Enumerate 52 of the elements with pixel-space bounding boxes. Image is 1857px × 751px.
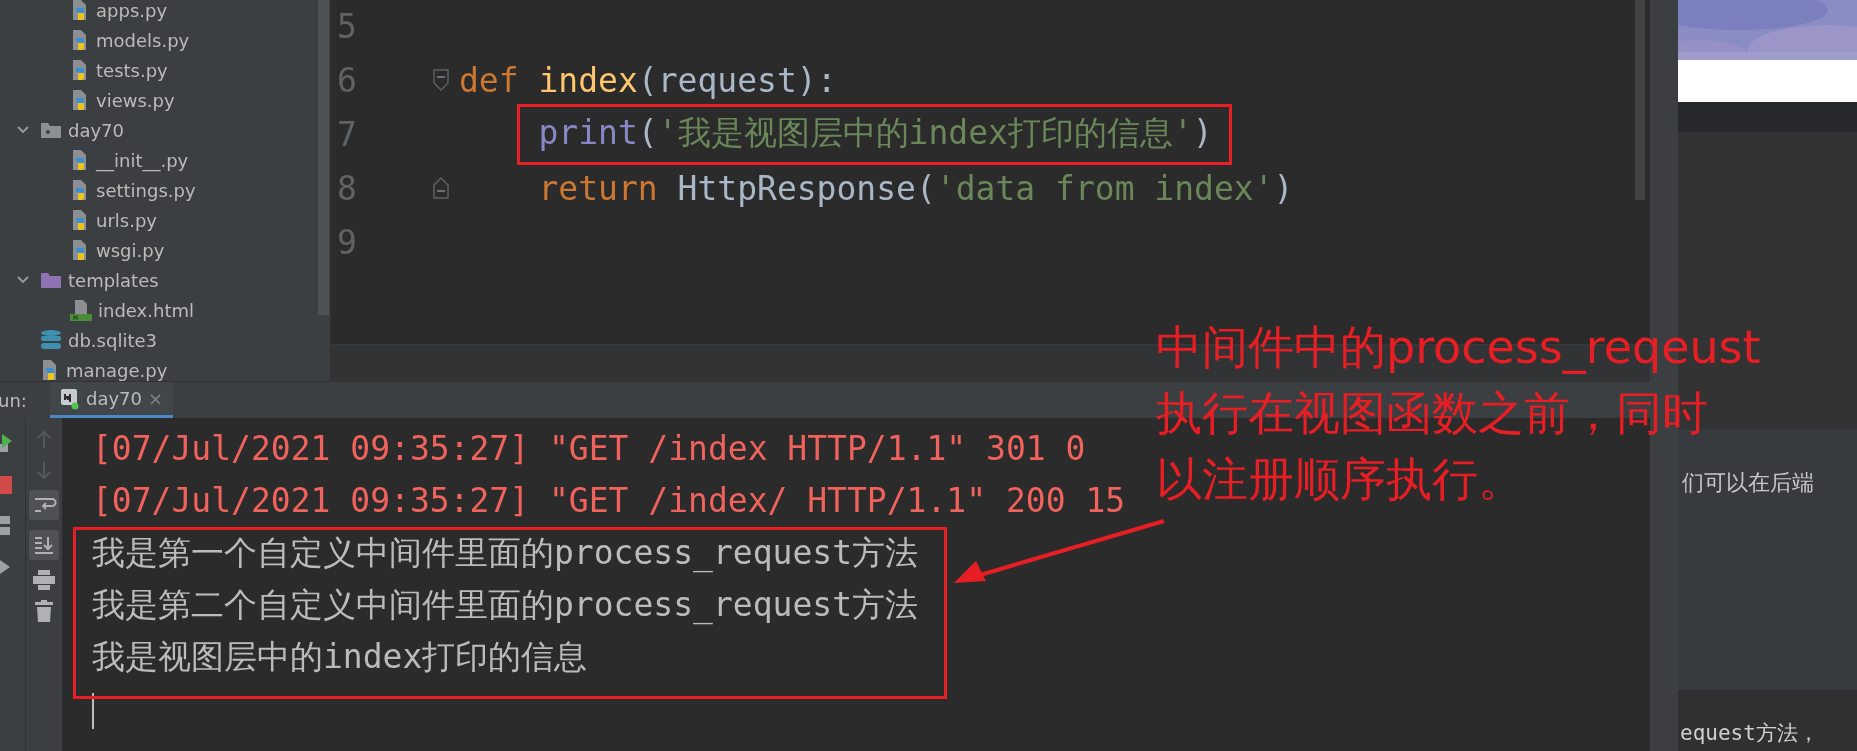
run-label: un: bbox=[0, 389, 28, 411]
code-line: def index(request): bbox=[459, 60, 837, 100]
fold-marker-icon[interactable] bbox=[433, 177, 449, 199]
tree-item[interactable]: day70 bbox=[68, 119, 124, 141]
article-text: equest方法， bbox=[1679, 720, 1819, 747]
tree-item[interactable]: index.html bbox=[98, 299, 194, 321]
fold-marker-icon[interactable] bbox=[433, 69, 449, 91]
folder-icon bbox=[40, 271, 62, 289]
line-number: 7 bbox=[336, 114, 358, 154]
chevron-icon[interactable] bbox=[16, 275, 30, 285]
tree-item[interactable]: models.py bbox=[96, 29, 190, 51]
console-line: [07/Jul/2021 09:35:27] "GET /index HTTP/1.1" 301 0 bbox=[92, 428, 1086, 470]
text-cursor bbox=[92, 693, 94, 729]
tree-item[interactable]: apps.py bbox=[96, 0, 168, 21]
pin-icon[interactable] bbox=[0, 558, 12, 576]
django-icon bbox=[60, 387, 80, 410]
article-text: 们可以在后端 bbox=[1681, 470, 1814, 495]
tree-item[interactable]: templates bbox=[68, 269, 159, 291]
console-line: 我是视图层中的index打印的信息 bbox=[92, 636, 588, 678]
tree-item[interactable]: views.py bbox=[96, 89, 175, 111]
tree-item[interactable]: db.sqlite3 bbox=[68, 329, 157, 351]
tree-item[interactable]: __init__.py bbox=[96, 149, 189, 171]
annotation-text: 执行在视图函数之前，同时 bbox=[1156, 385, 1708, 442]
code-line: return HttpResponse('data from index') bbox=[538, 168, 1294, 208]
scroll-to-end-icon[interactable] bbox=[29, 530, 59, 560]
annotation-text: 中间件中的process_reqeust bbox=[1156, 319, 1761, 376]
chevron-icon[interactable] bbox=[16, 125, 30, 135]
tree-item[interactable]: manage.py bbox=[66, 359, 168, 381]
code-line: print('我是视图层中的index打印的信息') bbox=[538, 111, 1213, 154]
line-number: 5 bbox=[336, 6, 358, 46]
tree-item[interactable]: urls.py bbox=[96, 209, 157, 231]
run-tab[interactable]: day70 × bbox=[50, 382, 174, 418]
tree-item[interactable]: settings.py bbox=[96, 179, 196, 201]
trash-icon[interactable] bbox=[35, 600, 53, 622]
scrollbar[interactable] bbox=[318, 0, 329, 315]
print-icon[interactable] bbox=[33, 570, 55, 590]
console-line: 我是第一个自定义中间件里面的process_request方法 bbox=[92, 532, 918, 575]
line-number: 9 bbox=[336, 222, 358, 262]
soft-wrap-icon[interactable] bbox=[29, 490, 59, 520]
line-number: 8 bbox=[336, 168, 358, 208]
tree-item[interactable]: tests.py bbox=[96, 59, 168, 81]
console-line: [07/Jul/2021 09:35:27] "GET /index/ HTTP/1.1" 200 15 bbox=[92, 480, 1126, 522]
run-icon[interactable] bbox=[0, 432, 14, 454]
tree-item[interactable]: wsgi.py bbox=[96, 239, 165, 261]
html-file-icon bbox=[70, 299, 92, 321]
database-icon bbox=[40, 329, 62, 351]
console-line: 我是第二个自定义中间件里面的process_request方法 bbox=[92, 584, 918, 627]
folder-icon bbox=[40, 121, 62, 139]
layout-icon[interactable] bbox=[0, 516, 12, 536]
annotation-text: 以注册顺序执行。 bbox=[1156, 451, 1524, 508]
line-number: 6 bbox=[336, 60, 358, 100]
scrollbar[interactable] bbox=[1635, 0, 1645, 200]
